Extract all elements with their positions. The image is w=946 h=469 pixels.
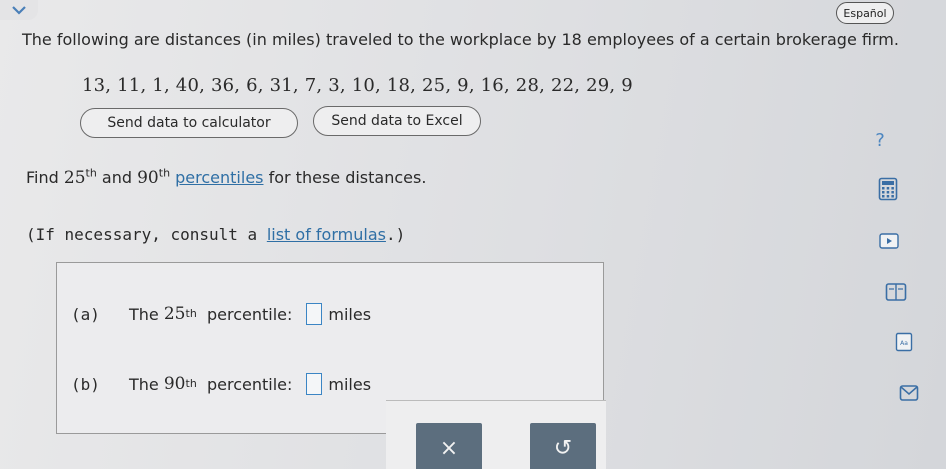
data-values: 13, 11, 1, 40, 36, 6, 31, 7, 3, 10, 18, …: [82, 75, 633, 96]
answer-row-b: (b) The 90th percentile: miles: [71, 373, 372, 395]
part-b-label: (b): [71, 374, 100, 394]
clear-button[interactable]: ×: [416, 423, 482, 469]
part-a-the: The: [129, 304, 159, 324]
percentile-1-number: 25: [63, 168, 86, 188]
action-panel: × ↺: [386, 400, 606, 469]
percentile-2-number: 90: [137, 168, 159, 188]
consult-suffix: .): [385, 225, 406, 244]
undo-button[interactable]: ↺: [530, 423, 596, 469]
consult-note: (If necessary, consult a list of formula…: [26, 225, 405, 244]
chevron-down-icon: [12, 6, 26, 15]
and-text: and: [101, 168, 133, 187]
percentile-2-suffix: th: [158, 166, 171, 180]
video-icon[interactable]: [878, 232, 900, 250]
consult-prefix: (If necessary, consult a: [26, 225, 258, 244]
percentile-25-input[interactable]: [306, 303, 323, 325]
calculator-icon[interactable]: [876, 176, 900, 202]
percentiles-link[interactable]: percentiles: [175, 168, 263, 187]
part-b-text: percentile:: [206, 374, 293, 394]
send-to-excel-button[interactable]: Send data to Excel: [313, 106, 481, 136]
part-a-number: 25: [163, 304, 186, 324]
send-to-calculator-button[interactable]: Send data to calculator: [80, 108, 298, 138]
question-intro: The following are distances (in miles) t…: [22, 30, 899, 49]
formulas-link[interactable]: list of formulas: [267, 225, 386, 244]
percentile-90-input[interactable]: [306, 373, 323, 395]
language-button[interactable]: Español: [836, 2, 894, 24]
part-a-unit: miles: [328, 304, 372, 324]
svg-text:Aa: Aa: [900, 340, 908, 347]
part-b-the: The: [129, 374, 159, 394]
find-prefix: Find: [26, 168, 59, 187]
help-icon[interactable]: ?: [868, 128, 892, 152]
dictionary-icon[interactable]: Aa: [894, 331, 914, 353]
find-suffix: for these distances.: [268, 168, 427, 187]
email-icon[interactable]: [898, 383, 920, 403]
collapse-toggle[interactable]: [0, 0, 38, 20]
textbook-icon[interactable]: [884, 281, 908, 303]
part-b-number: 90: [163, 374, 186, 394]
find-instruction: Find 25th and 90th percentiles for these…: [26, 168, 426, 188]
part-b-unit: miles: [328, 374, 372, 394]
answer-row-a: (a) The 25th percentile: miles: [71, 303, 372, 325]
part-a-text: percentile:: [206, 304, 293, 324]
part-a-label: (a): [71, 304, 100, 324]
percentile-1-suffix: th: [85, 166, 97, 180]
